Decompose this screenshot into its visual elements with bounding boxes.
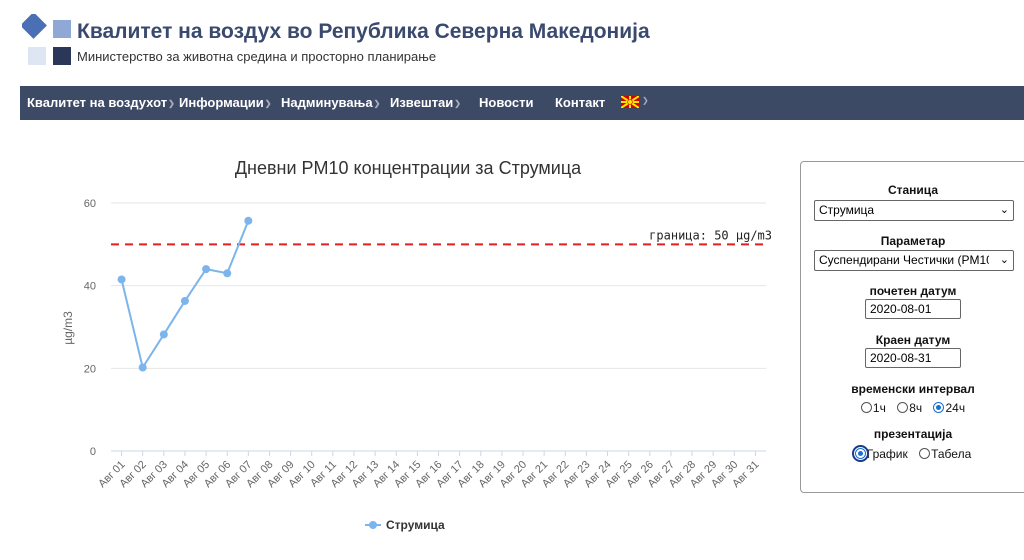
nav-item-exceedances[interactable]: Надминувања❯ xyxy=(281,86,380,120)
nav-label: Извештаи xyxy=(390,95,454,110)
chevron-down-icon: ⌄ xyxy=(999,254,1009,266)
nav-item-reports[interactable]: Извештаи❯ xyxy=(390,86,461,120)
nav-item-contact[interactable]: Контакт xyxy=(555,86,605,120)
chevron-down-icon: ❯ xyxy=(454,98,461,108)
radio-label: График xyxy=(866,447,908,461)
data-point[interactable] xyxy=(202,265,211,274)
interval-option-24h[interactable]: 24ч xyxy=(933,401,965,415)
start-date-label: почетен датум xyxy=(869,284,957,298)
data-point[interactable] xyxy=(117,275,126,284)
chevron-down-icon[interactable]: ❯ xyxy=(642,86,649,116)
radio-label: 1ч xyxy=(872,401,886,415)
data-point[interactable] xyxy=(244,216,253,225)
interval-option-8h[interactable]: 8ч xyxy=(897,401,922,415)
data-point[interactable] xyxy=(180,296,189,305)
site-title: Квалитет на воздух во Република Северна … xyxy=(77,20,650,43)
end-date-label: Краен датум xyxy=(875,333,951,347)
interval-option-1h[interactable]: 1ч xyxy=(860,401,886,415)
radio-icon[interactable] xyxy=(897,402,909,414)
interval-radio-group: 1ч 8ч 24ч xyxy=(801,401,1024,415)
start-date-input[interactable]: 2020-08-01 xyxy=(865,299,961,319)
y-tick-label: 20 xyxy=(84,363,96,375)
series-strumica[interactable] xyxy=(117,216,253,372)
radio-label: 24ч xyxy=(945,401,966,415)
station-value: Струмица xyxy=(819,203,875,217)
filter-panel: Станица Струмица ⌄ Параметар Суспендирани… xyxy=(800,161,1024,493)
nav-label: Контакт xyxy=(555,95,606,110)
macedonia-flag-icon[interactable] xyxy=(621,96,639,108)
nav-label: Информации xyxy=(179,95,264,110)
interval-label: временски интервал xyxy=(851,382,975,396)
station-select[interactable]: Струмица ⌄ xyxy=(814,200,1014,221)
y-axis-ticks: 0 20 40 60 xyxy=(84,198,96,458)
parameter-select[interactable]: Суспендирани Честички (PM10) ⌄ xyxy=(814,250,1014,271)
y-tick-label: 40 xyxy=(84,281,96,293)
y-axis-label: µg/m3 xyxy=(61,311,75,345)
main-nav: Квалитет на воздухот❯ Информации❯ Надмин… xyxy=(20,86,1024,120)
pm10-chart: Дневни PM10 концентрации за Струмица µg/… xyxy=(60,145,790,545)
parameter-label: Параметар xyxy=(880,234,946,248)
chevron-down-icon: ❯ xyxy=(168,98,175,108)
legend-marker xyxy=(369,521,377,529)
radio-icon[interactable] xyxy=(933,402,945,414)
chart-legend[interactable]: Струмица xyxy=(365,518,445,532)
presentation-radio-group: График Табела xyxy=(801,445,1024,463)
data-point[interactable] xyxy=(223,269,232,278)
y-tick-label: 60 xyxy=(84,198,96,210)
parameter-value: Суспендирани Честички (PM10) xyxy=(819,253,989,267)
site-header: Квалитет на воздух во Република Северна … xyxy=(0,0,1024,88)
chevron-down-icon: ❯ xyxy=(264,98,272,108)
presentation-label: презентација xyxy=(873,427,953,441)
station-label: Станица xyxy=(887,183,939,197)
end-date-input[interactable]: 2020-08-31 xyxy=(865,348,961,368)
presentation-option-chart[interactable]: График xyxy=(851,445,908,463)
threshold-label: граница: 50 µg/m3 xyxy=(649,228,772,242)
chart-title: Дневни PM10 концентрации за Струмица xyxy=(235,158,582,178)
data-point[interactable] xyxy=(138,363,147,372)
site-logo[interactable] xyxy=(22,14,74,66)
presentation-option-table[interactable]: Табела xyxy=(919,447,971,461)
nav-label: Квалитет на воздухот xyxy=(27,95,168,110)
y-tick-label: 0 xyxy=(90,446,96,458)
series-line xyxy=(120,220,250,371)
nav-label: Новости xyxy=(479,95,534,110)
chevron-down-icon: ⌄ xyxy=(999,204,1009,216)
radio-label: 8ч xyxy=(909,401,923,415)
chart-svg: Дневни PM10 концентрации за Струмица µg/… xyxy=(61,158,772,532)
threshold-line-group: граница: 50 µg/m3 xyxy=(111,228,772,246)
radio-icon[interactable] xyxy=(860,402,872,414)
chevron-down-icon: ❯ xyxy=(373,98,381,108)
radio-label: Табела xyxy=(931,447,972,461)
radio-icon[interactable] xyxy=(851,445,869,463)
nav-label: Надминувања xyxy=(281,95,373,110)
data-point[interactable] xyxy=(159,330,168,339)
radio-icon[interactable] xyxy=(919,448,931,460)
site-subtitle: Министерство за животна средина и просто… xyxy=(77,49,437,64)
legend-label: Струмица xyxy=(386,518,445,532)
x-axis-ticks: Авг 01Авг 02Авг 03Авг 04Авг 05Авг 06Авг … xyxy=(96,451,762,490)
nav-item-news[interactable]: Новости xyxy=(479,86,534,120)
nav-item-information[interactable]: Информации❯ xyxy=(179,86,271,120)
nav-item-air-quality[interactable]: Квалитет на воздухот❯ xyxy=(27,86,175,120)
